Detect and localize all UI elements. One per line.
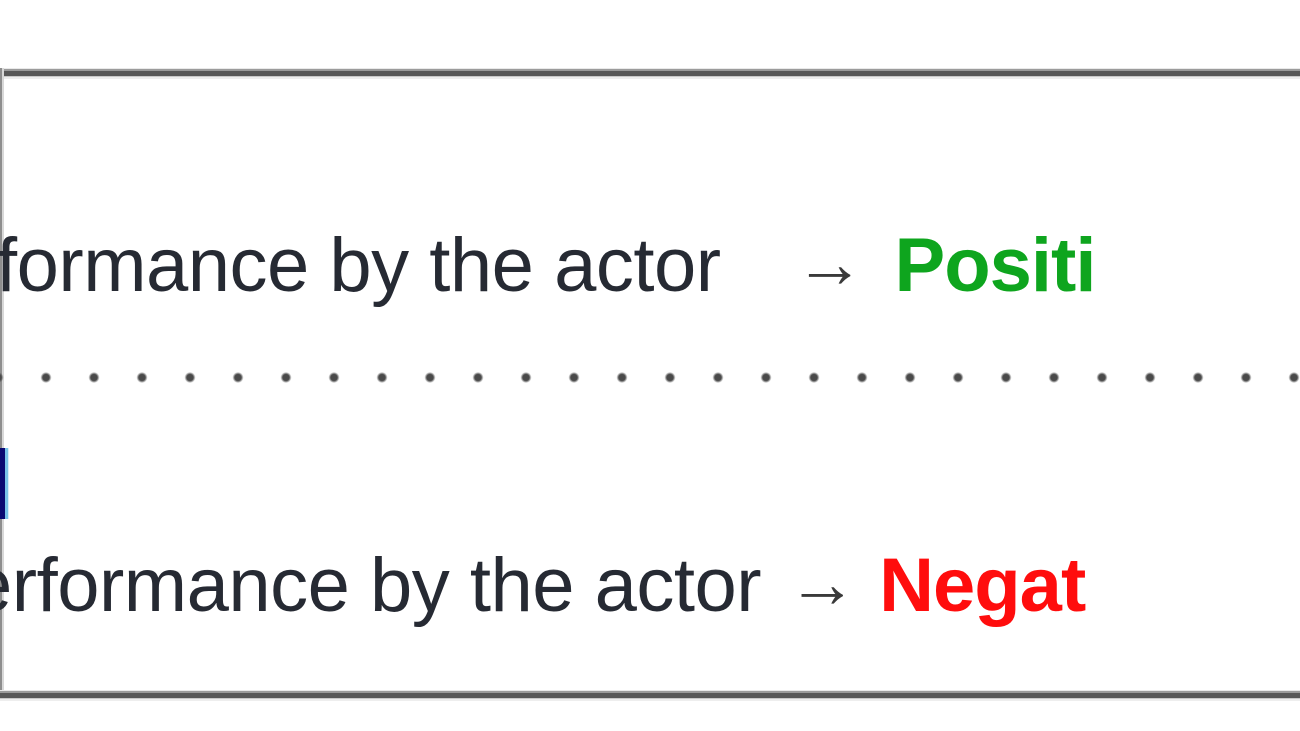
sentiment-label-positive: Positi (894, 223, 1097, 308)
example-row-positive: formance by the actor → Positi (0, 223, 1097, 308)
document-canvas: formance by the actor → Positi erformanc… (0, 0, 1300, 731)
example-row-negative: erformance by the actor → Negat (0, 543, 1086, 628)
clipped-blue-word-fragment (0, 448, 9, 519)
table-bottom-rule (0, 690, 1300, 701)
example-sentence-positive: formance by the actor (0, 223, 721, 308)
example-sentence-negative: erformance by the actor (0, 543, 762, 628)
table-top-rule (0, 68, 1300, 79)
right-arrow-icon: → (794, 224, 865, 302)
dotted-row-separator (0, 371, 1300, 383)
sentiment-label-negative: Negat (879, 543, 1086, 628)
right-arrow-icon: → (787, 544, 858, 622)
